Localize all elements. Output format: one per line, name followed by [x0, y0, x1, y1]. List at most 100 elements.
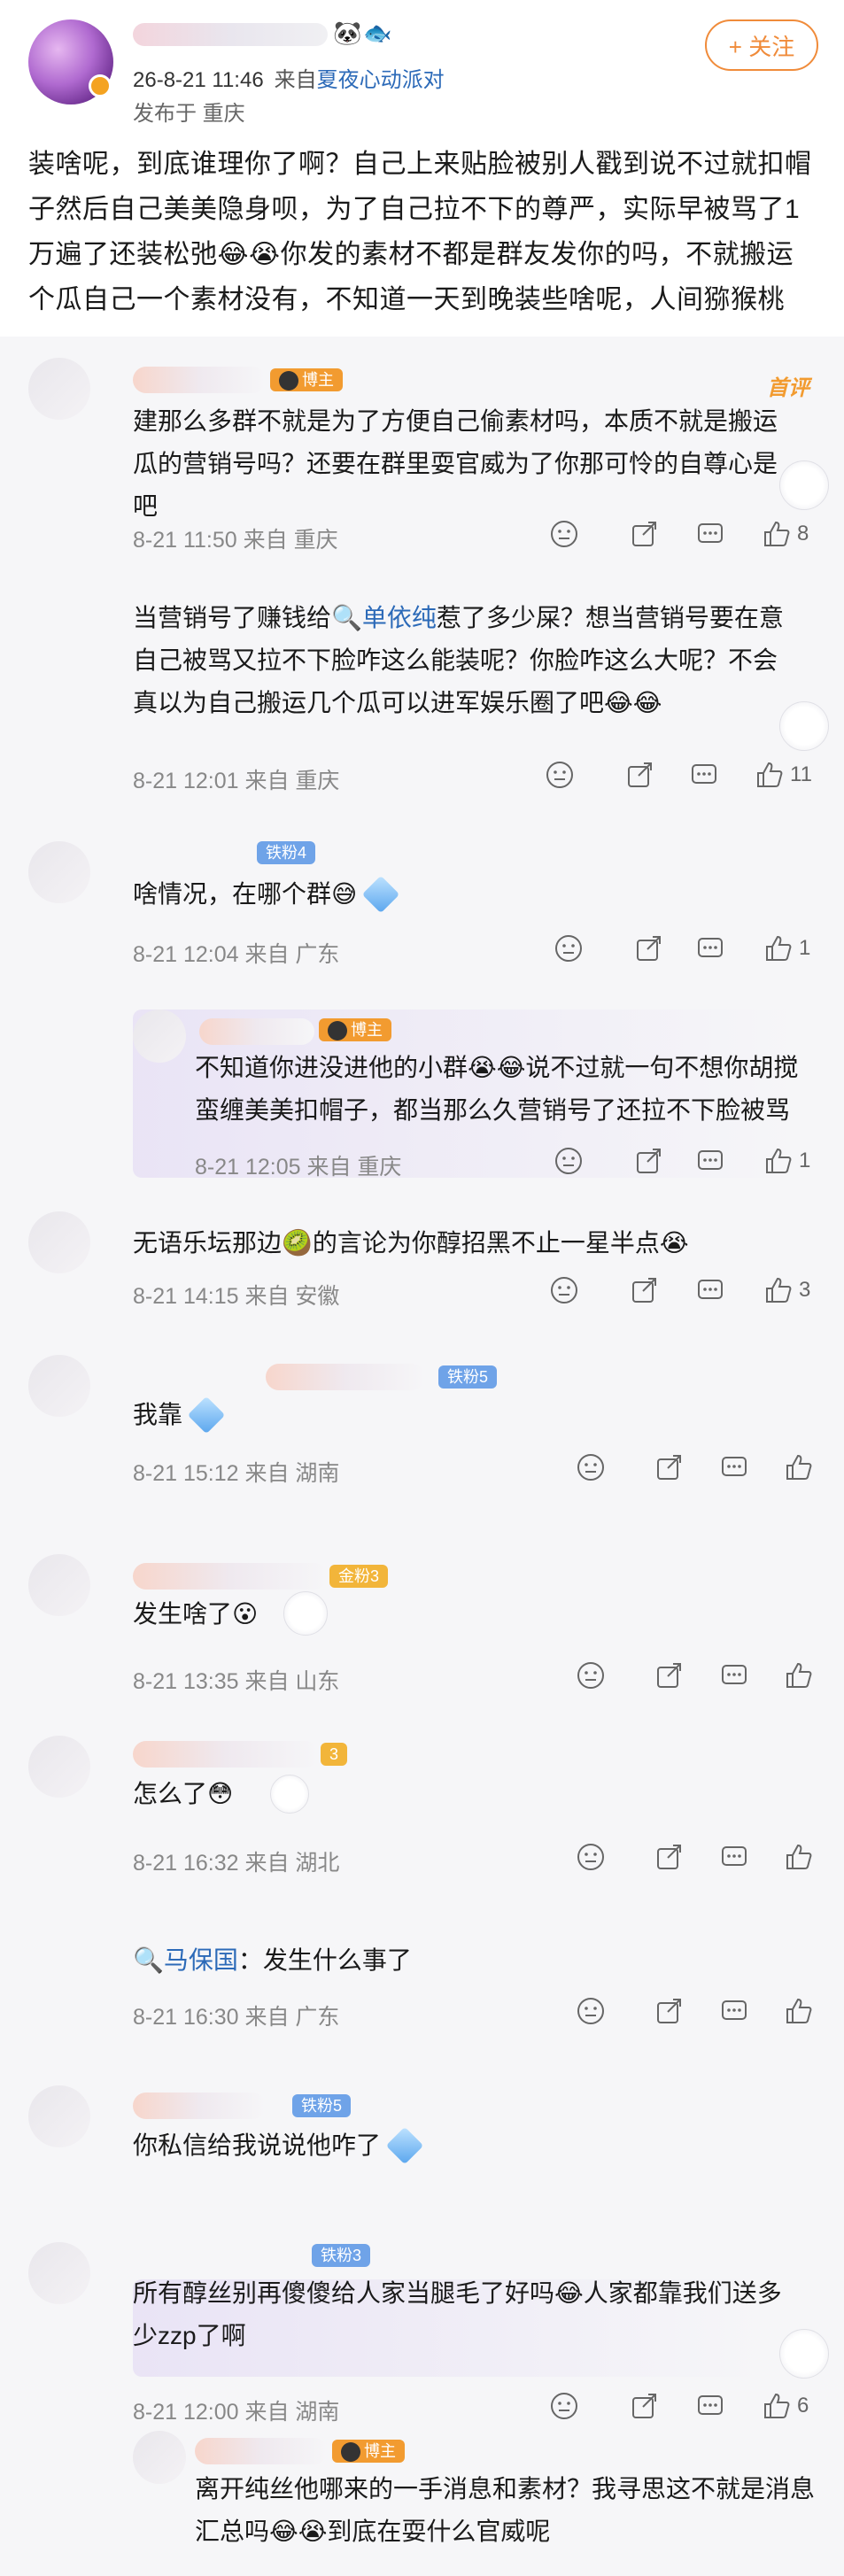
share-action[interactable]: [654, 1842, 684, 1872]
reply-action[interactable]: [695, 2391, 725, 2421]
like-action[interactable]: [784, 1660, 814, 1690]
commenter-avatar[interactable]: [28, 2085, 90, 2147]
comment-icon: [698, 2395, 723, 2415]
commenter-avatar[interactable]: [28, 2242, 90, 2304]
comment-action[interactable]: [576, 1660, 606, 1690]
comment-icon: [722, 1665, 747, 1684]
comment-text: 我靠: [133, 1394, 753, 1436]
comment-action[interactable]: [549, 1275, 579, 1305]
like-action[interactable]: 1: [763, 933, 810, 963]
share-action[interactable]: [624, 760, 654, 790]
share-icon: [632, 522, 656, 546]
comment-text: 啥情况，在哪个群😅: [133, 873, 753, 916]
commenter-name-blurred[interactable]: [133, 2093, 266, 2119]
post-source-link[interactable]: 夏夜心动派对: [317, 68, 445, 92]
fish-icon: 🐟: [363, 19, 392, 46]
share-action[interactable]: [654, 1996, 684, 2026]
mention-link[interactable]: 🔍单依纯: [331, 604, 437, 631]
like-count: 11: [790, 762, 812, 786]
emoji-react-icon: [577, 1998, 604, 2024]
comment-action[interactable]: [545, 760, 575, 790]
thumbs-up-icon: [757, 762, 783, 787]
author-name-blurred[interactable]: [133, 23, 328, 46]
comment-text: 当营销号了赚钱给🔍单依纯惹了多少屎？想当营销号要在意自己被骂又拉不下脸咋这么能装…: [133, 604, 784, 716]
commenter-name-blurred[interactable]: [266, 1364, 425, 1390]
comment-action[interactable]: [554, 933, 584, 963]
fan-badge: 铁粉3: [312, 2244, 371, 2267]
commenter-avatar[interactable]: [28, 358, 90, 420]
share-icon: [628, 762, 652, 787]
comment-text: 无语乐坛那边🥝的言论为你醇招黑不止一星半点😭: [133, 1229, 689, 1257]
like-action[interactable]: 8: [762, 519, 809, 549]
share-action[interactable]: [654, 1660, 684, 1690]
commenter-avatar[interactable]: [28, 841, 90, 903]
thumbs-up-icon: [786, 1998, 812, 2023]
reply-action[interactable]: [695, 1275, 725, 1305]
share-icon: [637, 1149, 661, 1173]
emoji-react-icon: [551, 521, 577, 547]
reply-action[interactable]: [719, 1842, 749, 1872]
commenter-name-blurred[interactable]: [133, 1563, 328, 1590]
like-action[interactable]: 6: [762, 2391, 809, 2421]
comment-action[interactable]: [576, 1842, 606, 1872]
comment-action[interactable]: [554, 1146, 584, 1176]
comment-action[interactable]: [576, 1452, 606, 1482]
reply-action[interactable]: [719, 1452, 749, 1482]
mention-link[interactable]: 🔍马保国: [133, 1946, 238, 1974]
reply-action[interactable]: [689, 760, 719, 790]
comment-text: 不知道你进没进他的小群😭😂说不过就一句不想你胡搅蛮缠美美扣帽子，都当那么久营销号…: [195, 1054, 799, 1124]
like-count: 1: [799, 936, 811, 960]
comment-meta: 8-21 14:15 来自 安徽: [133, 1284, 340, 1309]
share-action[interactable]: [629, 2391, 659, 2421]
like-action[interactable]: [784, 1842, 814, 1872]
fan-badge: 铁粉4: [257, 841, 316, 864]
host-badge: 博主: [319, 1018, 391, 1041]
flower-sticker-icon: [283, 1591, 328, 1636]
comment-icon: [698, 523, 723, 543]
comment-meta: 8-21 13:35 来自 山东: [133, 1669, 340, 1694]
commenter-avatar[interactable]: [28, 1355, 90, 1417]
share-action[interactable]: [654, 1452, 684, 1482]
reply-action[interactable]: [695, 519, 725, 549]
commenter-avatar[interactable]: [28, 1736, 90, 1798]
comment-action[interactable]: [549, 2391, 579, 2421]
reply-action[interactable]: [695, 933, 725, 963]
reply-action[interactable]: [695, 1146, 725, 1176]
emoji-react-icon: [555, 935, 582, 962]
follow-button[interactable]: + 关注: [705, 19, 818, 71]
host-badge: 博主: [270, 368, 343, 391]
diamond-icon: [361, 875, 400, 913]
like-action[interactable]: 1: [763, 1146, 810, 1176]
thumbs-up-icon: [766, 1148, 792, 1173]
like-action[interactable]: [784, 1996, 814, 2026]
comment-text: 你私信给我说说他咋了: [133, 2124, 753, 2167]
commenter-avatar[interactable]: [28, 1211, 90, 1273]
commenter-name-blurred[interactable]: [195, 2438, 328, 2464]
commenter-name-blurred[interactable]: [199, 1018, 314, 1045]
reply-action[interactable]: [719, 1996, 749, 2026]
like-action[interactable]: 11: [755, 760, 812, 790]
comment-action[interactable]: [576, 1996, 606, 2026]
commenter-avatar[interactable]: [133, 1010, 186, 1063]
commenter-name-blurred[interactable]: [133, 1741, 319, 1768]
commenter-avatar[interactable]: [28, 1554, 90, 1616]
comment-meta: 8-21 12:04 来自 广东: [133, 942, 340, 967]
share-action[interactable]: [629, 519, 659, 549]
like-action[interactable]: [784, 1452, 814, 1482]
diamond-icon: [385, 2126, 424, 2164]
reply-action[interactable]: [719, 1660, 749, 1690]
like-action[interactable]: 3: [763, 1275, 810, 1305]
post-header: 🐼 🐟 26-8-21 11:46 来自夏夜心动派对 发布于 重庆 + 关注: [0, 0, 844, 133]
emoji-react-icon: [546, 762, 573, 788]
verified-badge-icon: [89, 74, 112, 97]
share-action[interactable]: [629, 1275, 659, 1305]
share-icon: [657, 1999, 681, 2023]
commenter-avatar[interactable]: [133, 2431, 186, 2484]
thumbs-up-icon: [764, 521, 790, 546]
share-action[interactable]: [633, 933, 663, 963]
commenter-name-blurred[interactable]: [133, 367, 266, 393]
crown-icon: [279, 371, 298, 391]
emoji-react-icon: [577, 1662, 604, 1689]
comment-action[interactable]: [549, 519, 579, 549]
share-action[interactable]: [633, 1146, 663, 1176]
